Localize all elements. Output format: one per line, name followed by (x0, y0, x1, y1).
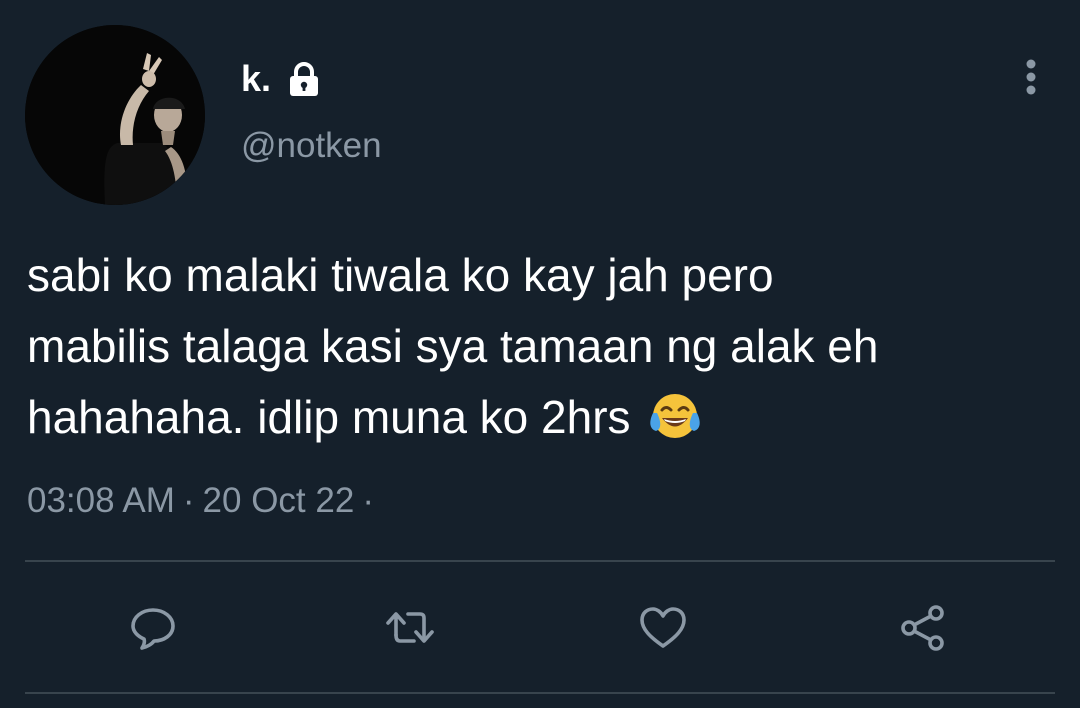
divider (25, 560, 1055, 562)
tweet-text: sabi ko malaki tiwala ko kay jah pero ma… (27, 240, 1057, 453)
share-icon (901, 605, 944, 651)
reply-icon (131, 608, 175, 650)
tweet-timestamp: 03:08 AM · 20 Oct 22 · (27, 481, 382, 521)
tweet-text-line: hahahaha. idlip muna ko 2hrs (27, 391, 631, 443)
face-with-tears-of-joy-icon (647, 389, 703, 445)
profile-photo (25, 25, 205, 205)
tweet-text-line: mabilis talaga kasi sya tamaan ng alak e… (27, 320, 879, 372)
display-name[interactable]: k. (241, 58, 271, 100)
reply-button[interactable] (123, 598, 183, 658)
retweet-button[interactable] (381, 598, 441, 658)
author-handle[interactable]: @notken (241, 126, 382, 166)
tweet-time[interactable]: 03:08 AM (27, 481, 175, 520)
author-name-row: k. (241, 58, 323, 100)
tweet-date[interactable]: 20 Oct 22 (203, 481, 355, 520)
lock-icon (285, 60, 323, 98)
action-bar (0, 598, 1080, 658)
retweet-icon (386, 612, 434, 643)
more-vertical-icon[interactable] (1014, 56, 1048, 98)
tweet-text-line: sabi ko malaki tiwala ko kay jah pero (27, 249, 774, 301)
like-button[interactable] (633, 598, 693, 658)
share-button[interactable] (893, 598, 953, 658)
meta-separator: · (362, 481, 374, 520)
meta-separator: · (182, 481, 195, 520)
heart-icon (640, 607, 686, 648)
divider (25, 692, 1055, 694)
avatar[interactable] (25, 25, 205, 205)
